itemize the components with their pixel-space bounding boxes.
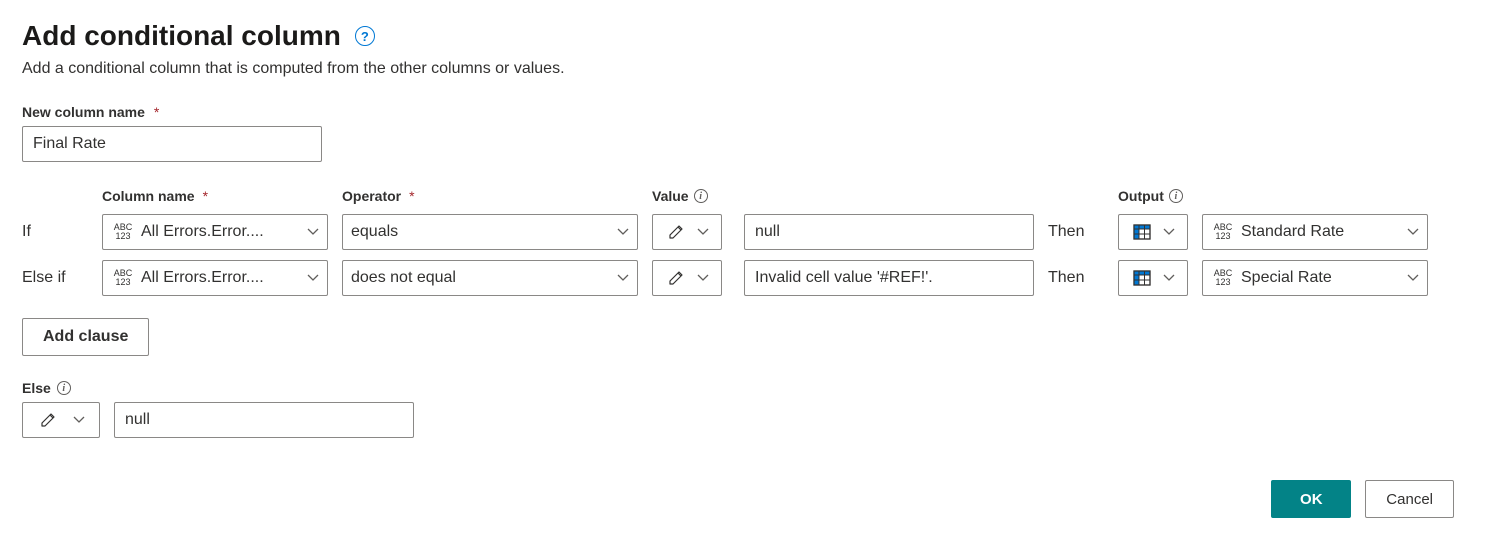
help-icon[interactable]: ? <box>355 26 375 46</box>
then-keyword: Then <box>1048 223 1104 241</box>
new-column-name-input[interactable] <box>22 126 322 162</box>
new-column-name-label: New column name* <box>22 104 1464 120</box>
pencil-icon <box>668 224 684 240</box>
chevron-down-icon <box>1163 274 1175 282</box>
chevron-down-icon <box>307 274 319 282</box>
pencil-icon <box>668 270 684 286</box>
output-column-dropdown[interactable]: ABC123 Standard Rate <box>1202 214 1428 250</box>
add-clause-button[interactable]: Add clause <box>22 318 149 356</box>
if-keyword: If <box>22 223 88 241</box>
else-if-keyword: Else if <box>22 269 88 287</box>
column-name-header: Column name* <box>102 188 328 204</box>
chevron-down-icon <box>1407 228 1419 236</box>
abc123-type-icon: ABC123 <box>111 264 135 292</box>
value-input[interactable] <box>744 260 1034 296</box>
value-type-dropdown[interactable] <box>652 260 722 296</box>
chevron-down-icon <box>1163 228 1175 236</box>
else-type-dropdown[interactable] <box>22 402 100 438</box>
info-icon[interactable]: i <box>1169 189 1183 203</box>
chevron-down-icon <box>617 274 629 282</box>
else-value-input[interactable] <box>114 402 414 438</box>
chevron-down-icon <box>617 228 629 236</box>
info-icon[interactable]: i <box>694 189 708 203</box>
abc123-type-icon: ABC123 <box>111 218 135 246</box>
output-header: Output i <box>1118 188 1428 204</box>
chevron-down-icon <box>307 228 319 236</box>
info-icon[interactable]: i <box>57 381 71 395</box>
then-keyword: Then <box>1048 269 1104 287</box>
output-type-dropdown[interactable] <box>1118 260 1188 296</box>
value-type-dropdown[interactable] <box>652 214 722 250</box>
chevron-down-icon <box>73 416 85 424</box>
value-header: Value i <box>652 188 1034 204</box>
output-type-dropdown[interactable] <box>1118 214 1188 250</box>
operator-dropdown[interactable]: equals <box>342 214 638 250</box>
operator-header: Operator* <box>342 188 638 204</box>
ok-button[interactable]: OK <box>1271 480 1351 518</box>
dialog-subtitle: Add a conditional column that is compute… <box>22 60 1464 78</box>
chevron-down-icon <box>697 228 709 236</box>
cancel-button[interactable]: Cancel <box>1365 480 1454 518</box>
output-column-dropdown[interactable]: ABC123 Special Rate <box>1202 260 1428 296</box>
column-name-dropdown[interactable]: ABC123 All Errors.Error.... <box>102 214 328 250</box>
operator-dropdown[interactable]: does not equal <box>342 260 638 296</box>
abc123-type-icon: ABC123 <box>1211 218 1235 246</box>
value-input[interactable] <box>744 214 1034 250</box>
table-column-icon <box>1133 224 1151 240</box>
table-column-icon <box>1133 270 1151 286</box>
dialog-title: Add conditional column <box>22 20 341 52</box>
chevron-down-icon <box>1407 274 1419 282</box>
column-name-dropdown[interactable]: ABC123 All Errors.Error.... <box>102 260 328 296</box>
chevron-down-icon <box>697 274 709 282</box>
pencil-icon <box>40 412 56 428</box>
else-label: Else i <box>22 380 1464 396</box>
abc123-type-icon: ABC123 <box>1211 264 1235 292</box>
